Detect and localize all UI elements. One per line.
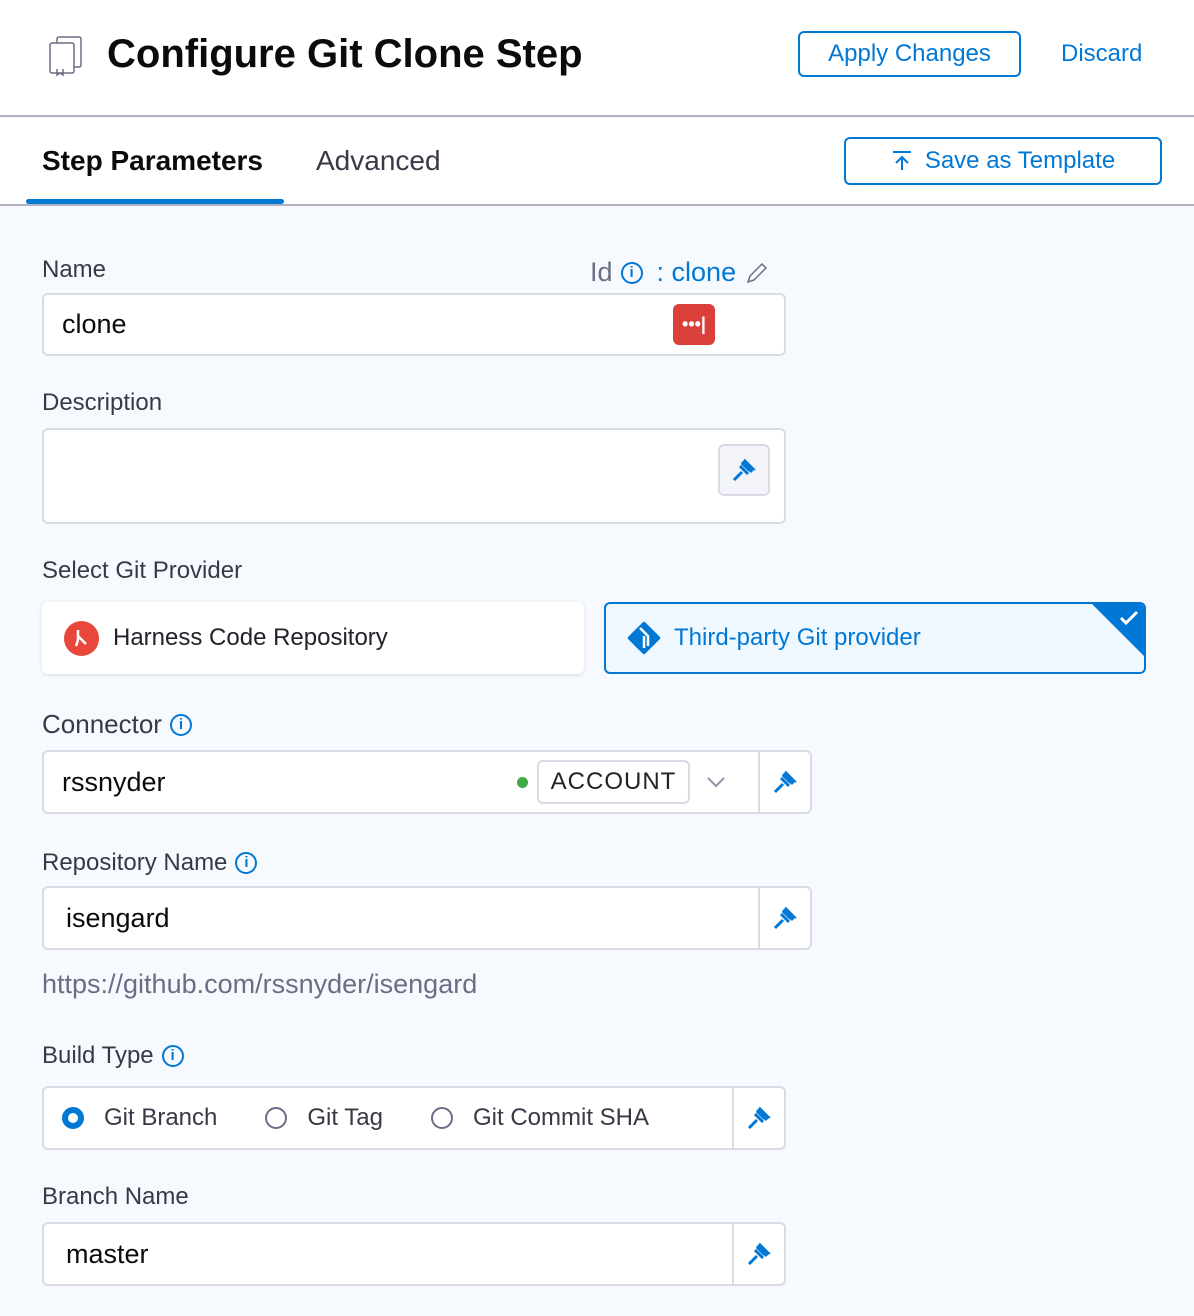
check-icon — [1119, 610, 1139, 626]
save-as-template-button[interactable]: Save as Template — [844, 137, 1162, 185]
radio-button[interactable] — [431, 1107, 453, 1129]
upload-icon — [892, 151, 911, 170]
active-tab-indicator — [26, 199, 284, 204]
info-icon[interactable]: i — [161, 1045, 184, 1067]
chevron-down-icon[interactable] — [706, 775, 726, 789]
password-manager-icon[interactable]: •••| — [673, 304, 715, 345]
pin-icon — [747, 1106, 771, 1130]
build-type-pin-button[interactable] — [732, 1086, 786, 1150]
tab-step-parameters[interactable]: Step Parameters — [42, 145, 263, 177]
branch-value: master — [66, 1238, 149, 1269]
branch-input[interactable]: master — [42, 1222, 734, 1286]
description-pin-button[interactable] — [718, 444, 770, 496]
page-title: Configure Git Clone Step — [107, 32, 583, 76]
provider-card-third-party[interactable]: Third-party Git provider — [604, 602, 1146, 674]
pin-icon — [773, 770, 797, 794]
radio-label: Git Commit SHA — [473, 1104, 650, 1131]
repo-label: Repository Name — [42, 849, 228, 876]
info-icon[interactable]: i — [169, 713, 192, 736]
status-dot — [517, 777, 528, 788]
id-label: Id — [590, 257, 613, 287]
discard-button[interactable]: Discard — [1061, 40, 1142, 68]
pin-icon — [732, 458, 756, 482]
pin-icon — [747, 1242, 771, 1266]
pencil-icon[interactable] — [744, 260, 770, 286]
branch-pin-button[interactable] — [732, 1222, 786, 1286]
provider-label: Select Git Provider — [42, 557, 243, 584]
id-value: : clone — [656, 257, 737, 287]
apply-changes-button[interactable]: Apply Changes — [798, 31, 1021, 77]
radio-button[interactable] — [62, 1107, 84, 1129]
build-type-label: Build Type — [42, 1042, 154, 1069]
radio-button[interactable] — [265, 1107, 288, 1129]
branch-label: Branch Name — [42, 1183, 189, 1210]
description-textarea[interactable] — [42, 428, 786, 524]
harness-code-icon — [64, 620, 99, 656]
description-label: Description — [42, 389, 163, 416]
name-label: Name — [42, 256, 107, 283]
info-icon[interactable]: i — [620, 261, 643, 284]
tab-advanced[interactable]: Advanced — [316, 145, 441, 177]
step-icon — [48, 36, 84, 83]
radio-label: Git Tag — [307, 1104, 383, 1131]
connector-label-row: Connector i — [42, 709, 192, 740]
radio-git-commit-sha[interactable]: Git Commit SHA — [431, 1104, 649, 1132]
git-icon — [627, 621, 661, 655]
repo-input[interactable]: isengard — [42, 886, 760, 950]
name-value: clone — [62, 309, 127, 339]
radio-label: Git Branch — [104, 1104, 218, 1131]
build-type-label-row: Build Type i — [42, 1042, 184, 1070]
radio-git-tag[interactable]: Git Tag — [265, 1104, 383, 1132]
repo-pin-button[interactable] — [758, 886, 812, 950]
repo-url: https://github.com/rssnyder/isengard — [42, 969, 478, 999]
scope-badge: ACCOUNT — [537, 760, 690, 804]
repo-value: isengard — [66, 902, 170, 933]
connector-value: rssnyder — [62, 766, 166, 797]
pin-icon — [773, 906, 797, 930]
provider-label-third-party: Third-party Git provider — [674, 624, 921, 651]
info-icon[interactable]: i — [235, 852, 258, 874]
provider-card-harness[interactable]: Harness Code Repository — [42, 602, 584, 674]
radio-git-branch[interactable]: Git Branch — [62, 1104, 217, 1132]
connector-label: Connector — [42, 709, 162, 739]
provider-label-harness: Harness Code Repository — [113, 624, 388, 651]
repo-label-row: Repository Name i — [42, 849, 258, 877]
save-as-template-label: Save as Template — [924, 147, 1116, 174]
build-type-radio-group: Git Branch Git Tag Git Commit SHA — [42, 1086, 734, 1150]
id-row: Id i : clone — [590, 257, 770, 288]
connector-pin-button[interactable] — [758, 750, 812, 814]
